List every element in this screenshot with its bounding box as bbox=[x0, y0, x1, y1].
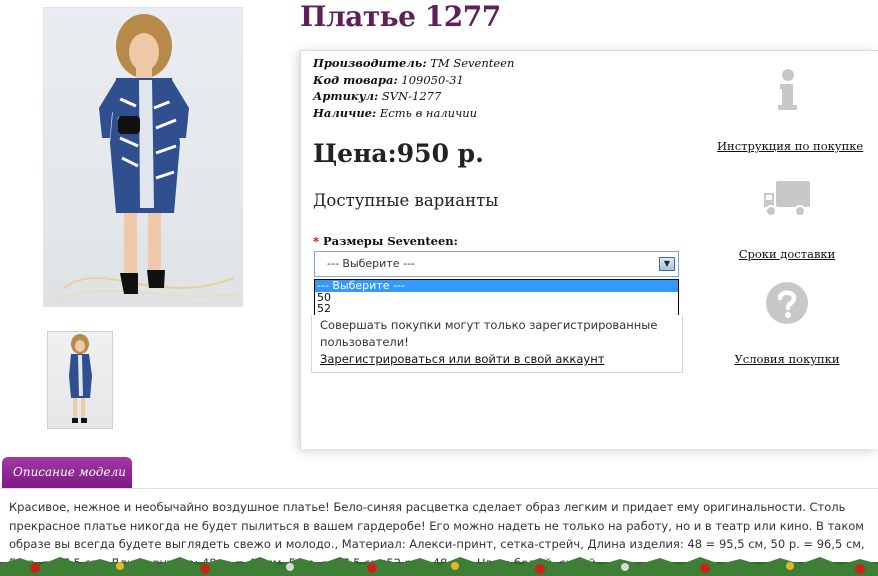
code-value: 109050-31 bbox=[401, 72, 464, 87]
product-main-image[interactable] bbox=[43, 7, 243, 307]
product-title: Платье 1277 bbox=[300, 0, 501, 33]
login-notice-text: Совершать покупки могут только зарегистр… bbox=[320, 318, 658, 349]
info-icon bbox=[772, 67, 802, 111]
side-instruction: Инструкция по покупке bbox=[717, 67, 863, 153]
truck-icon bbox=[762, 179, 812, 219]
side-link-conditions[interactable]: Условия покупки bbox=[717, 352, 857, 366]
side-delivery: Сроки доставки bbox=[717, 179, 857, 261]
side-conditions: Условия покупки bbox=[717, 280, 857, 366]
size-select[interactable]: --- Выберите --- ▼ bbox=[314, 251, 679, 277]
availability-value: Есть в наличии bbox=[379, 105, 478, 120]
size-option[interactable]: --- Выберите --- bbox=[315, 280, 678, 292]
availability-label: Наличие: bbox=[313, 105, 377, 120]
size-option[interactable]: 50 bbox=[315, 291, 678, 304]
size-option[interactable]: 52 bbox=[315, 303, 678, 315]
login-link[interactable]: Зарегистрироваться или войти в свой акка… bbox=[320, 352, 604, 366]
chevron-down-icon[interactable]: ▼ bbox=[659, 257, 675, 271]
manufacturer-value: TM Seventeen bbox=[430, 56, 515, 70]
side-link-delivery[interactable]: Сроки доставки bbox=[717, 247, 857, 261]
product-meta: Производитель: TM Seventeen Код товара: … bbox=[313, 55, 514, 121]
tab-description[interactable]: Описание модели bbox=[2, 457, 132, 489]
size-select-value: --- Выберите --- bbox=[327, 257, 415, 270]
tab-divider bbox=[0, 488, 878, 489]
size-label: * Размеры Seventeen: bbox=[313, 234, 458, 248]
code-label: Код товара: bbox=[313, 72, 398, 87]
login-notice: Совершать покупки могут только зарегистр… bbox=[311, 315, 683, 373]
size-label-text: Размеры Seventeen: bbox=[323, 234, 458, 248]
side-link-instruction[interactable]: Инструкция по покупке bbox=[717, 139, 863, 153]
article-value: SVN-1277 bbox=[381, 89, 442, 103]
product-info-panel: Производитель: TM Seventeen Код товара: … bbox=[300, 50, 878, 449]
product-thumbnail[interactable] bbox=[47, 331, 113, 429]
christmas-garland-decoration bbox=[0, 556, 878, 576]
size-options-list: --- Выберите --- 50 52 bbox=[314, 279, 679, 316]
required-mark: * bbox=[313, 234, 320, 248]
product-price: Цена:950 р. bbox=[313, 139, 484, 168]
manufacturer-label: Производитель: bbox=[313, 56, 427, 70]
variants-heading: Доступные варианты bbox=[313, 191, 499, 210]
question-icon bbox=[764, 280, 810, 326]
article-label: Артикул: bbox=[313, 89, 379, 103]
